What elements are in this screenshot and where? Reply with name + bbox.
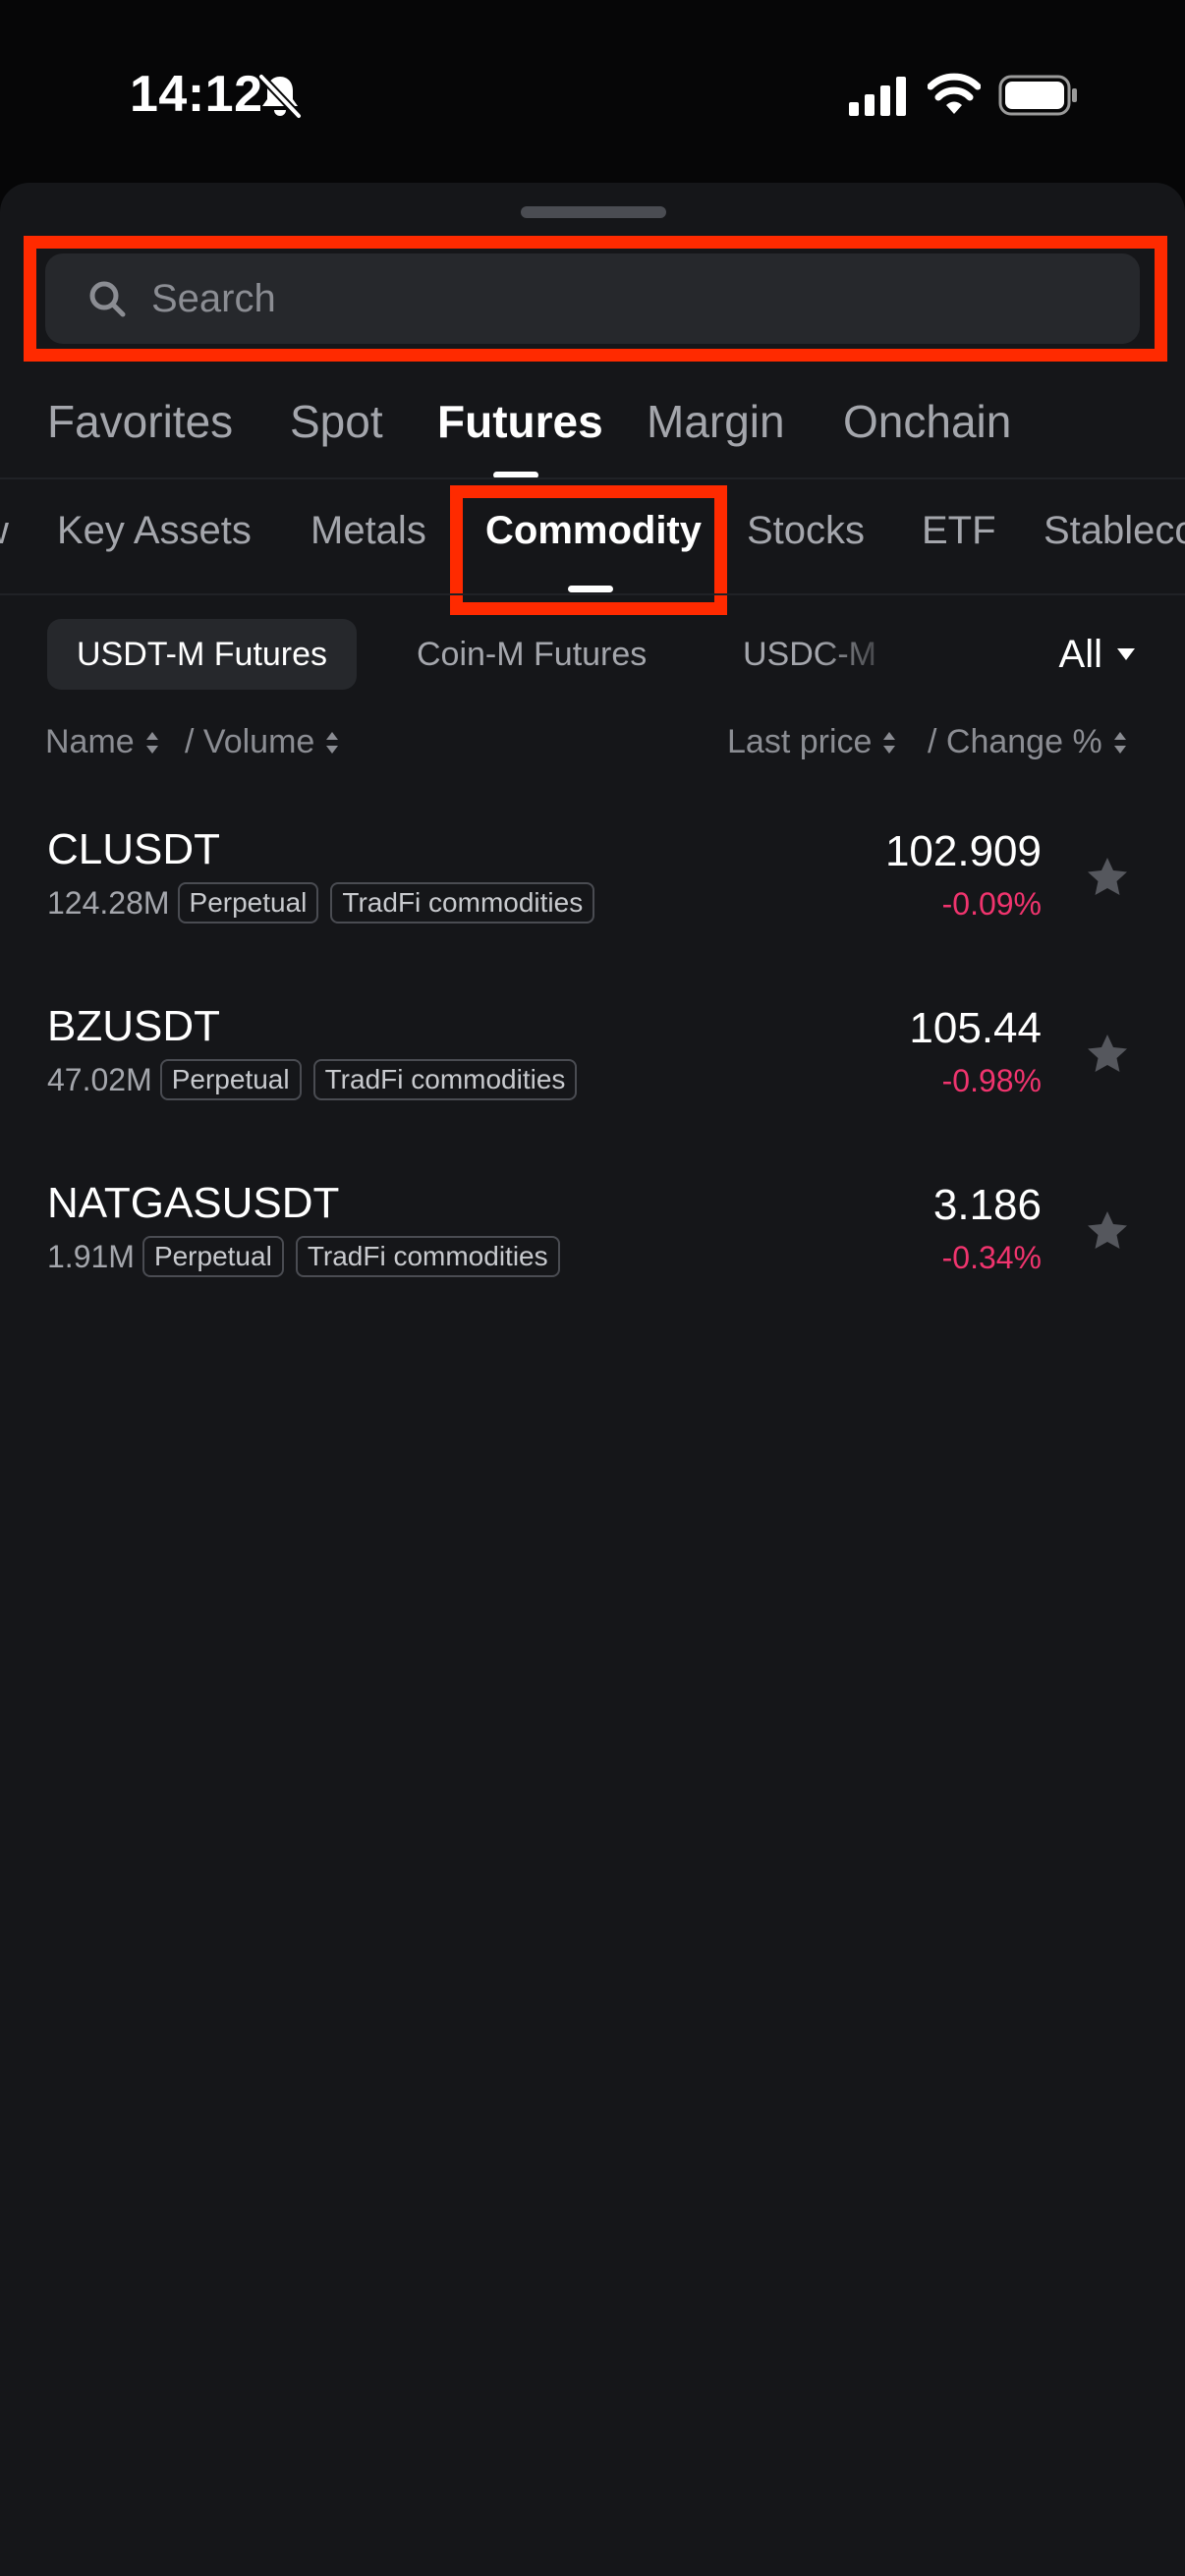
row-tag-category: TradFi commodities: [330, 882, 595, 924]
market-row[interactable]: CLUSDT 124.28M Perpetual TradFi commodit…: [0, 825, 1185, 1002]
tab-favorites[interactable]: Favorites: [47, 395, 233, 448]
divider: [0, 593, 1185, 595]
row-volume: 47.02M: [47, 1061, 152, 1097]
divider: [0, 477, 1185, 479]
sort-name[interactable]: Name: [45, 723, 160, 761]
sort-icon: [326, 731, 339, 754]
column-last-price-label: Last price: [727, 723, 873, 760]
column-header: Name / Volume Last price / Change %: [0, 723, 1185, 772]
tab-spot[interactable]: Spot: [290, 395, 383, 448]
row-change: -0.34%: [941, 1240, 1042, 1275]
all-filter-label: All: [1058, 633, 1102, 676]
tab-margin[interactable]: Margin: [647, 395, 785, 448]
sort-icon: [883, 731, 896, 754]
category-tab-stablecoins[interactable]: Stablecoins: [1044, 509, 1185, 553]
column-change-label: / Change %: [928, 723, 1102, 760]
row-last-price: 105.44: [909, 1004, 1042, 1052]
market-row[interactable]: NATGASUSDT 1.91M Perpetual TradFi commod…: [0, 1179, 1185, 1356]
chip-coin-m-futures[interactable]: Coin-M Futures: [417, 619, 647, 690]
row-volume: 1.91M: [47, 1238, 135, 1274]
battery-icon: [998, 75, 1077, 116]
row-tag-perpetual: Perpetual: [159, 1059, 302, 1100]
tab-futures[interactable]: Futures: [437, 395, 603, 448]
market-sheet: Favorites Spot Futures Margin Onchain w …: [0, 183, 1185, 2576]
category-tab-partial[interactable]: w: [0, 509, 9, 553]
category-tab-key-assets[interactable]: Key Assets: [57, 509, 252, 553]
row-change: -0.09%: [941, 886, 1042, 922]
row-tag-category: TradFi commodities: [295, 1236, 560, 1277]
search-highlight-box: [24, 236, 1167, 362]
category-tab-etf[interactable]: ETF: [922, 509, 996, 553]
wifi-icon: [928, 73, 981, 114]
row-volume: 124.28M: [47, 884, 170, 921]
bell-slash-icon: [258, 74, 302, 119]
status-bar: 14:12: [0, 0, 1185, 183]
row-symbol: CLUSDT: [47, 825, 221, 873]
row-last-price: 102.909: [884, 827, 1042, 875]
column-name-label: Name: [45, 723, 135, 760]
chip-fade: [818, 619, 906, 692]
contract-type-row: USDT-M Futures Coin-M Futures USDC-M All: [0, 619, 1185, 692]
status-time: 14:12: [130, 66, 263, 123]
star-icon[interactable]: [1085, 855, 1130, 900]
market-row[interactable]: BZUSDT 47.02M Perpetual TradFi commoditi…: [0, 1002, 1185, 1179]
row-change: -0.98%: [941, 1063, 1042, 1098]
sort-volume[interactable]: / Volume: [185, 723, 340, 761]
market-tabs: Favorites Spot Futures Margin Onchain: [0, 385, 1185, 487]
category-tab-metals[interactable]: Metals: [310, 509, 426, 553]
row-meta: 47.02M Perpetual TradFi commodities: [47, 1057, 589, 1102]
row-tag-perpetual: Perpetual: [177, 882, 319, 924]
sort-icon: [145, 731, 158, 754]
sort-change[interactable]: / Change %: [928, 723, 1128, 761]
row-symbol: BZUSDT: [47, 1002, 220, 1050]
caret-down-icon: [1117, 648, 1135, 660]
row-symbol: NATGASUSDT: [47, 1179, 340, 1227]
star-icon[interactable]: [1085, 1032, 1130, 1077]
row-last-price: 3.186: [932, 1181, 1042, 1229]
sheet-grabber[interactable]: [521, 206, 666, 218]
chip-usdt-m-futures[interactable]: USDT-M Futures: [47, 619, 358, 690]
row-meta: 124.28M Perpetual TradFi commodities: [47, 880, 606, 925]
row-meta: 1.91M Perpetual TradFi commodities: [47, 1234, 572, 1279]
all-filter-dropdown[interactable]: All: [1059, 619, 1136, 690]
star-icon[interactable]: [1085, 1208, 1130, 1254]
sort-last-price[interactable]: Last price: [727, 723, 897, 761]
commodity-highlight-box: [450, 485, 727, 615]
tab-onchain[interactable]: Onchain: [843, 395, 1011, 448]
sort-icon: [1113, 731, 1126, 754]
category-tab-stocks[interactable]: Stocks: [747, 509, 865, 553]
row-tag-perpetual: Perpetual: [141, 1236, 284, 1277]
row-tag-category: TradFi commodities: [312, 1059, 578, 1100]
column-volume-label: / Volume: [185, 723, 315, 760]
cellular-signal-icon: [849, 77, 906, 116]
